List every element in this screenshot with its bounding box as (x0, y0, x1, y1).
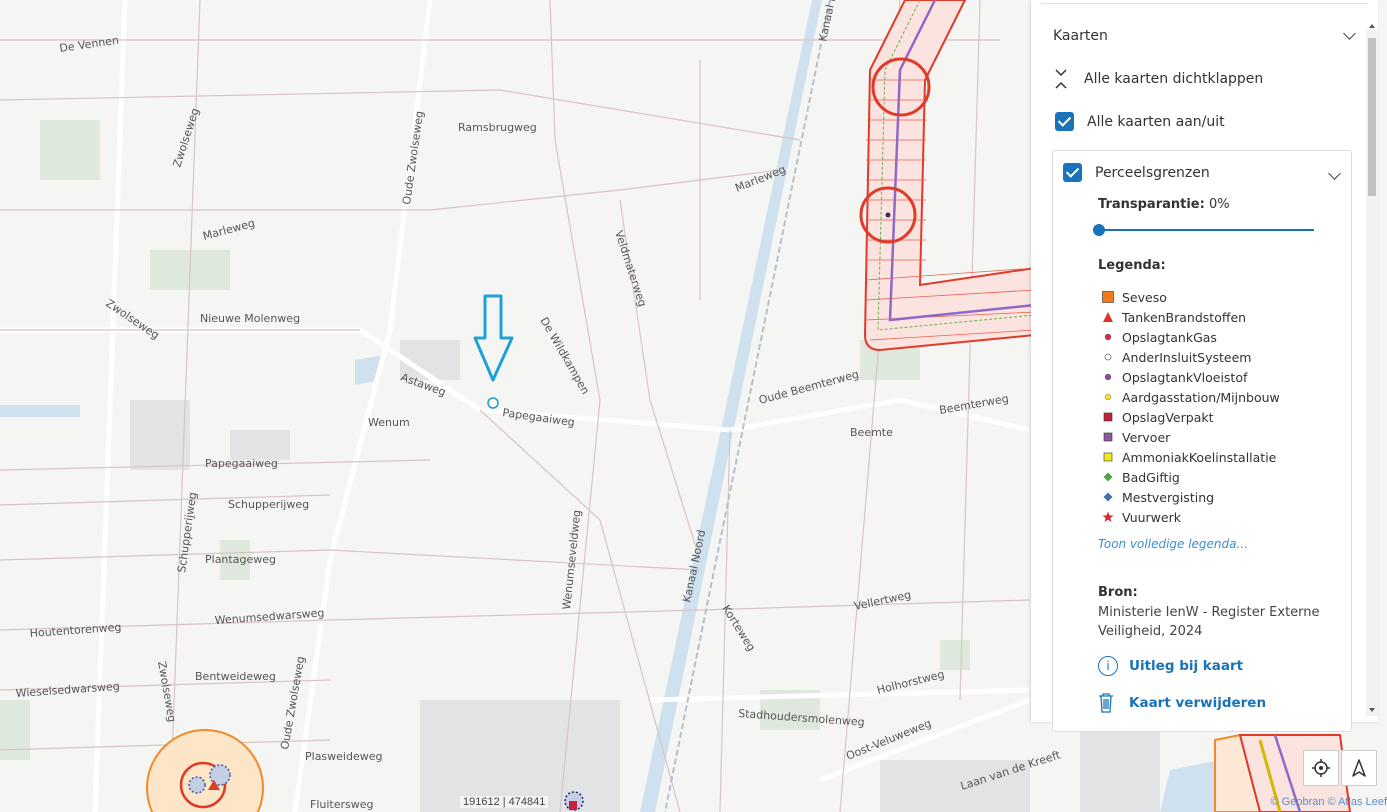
transparency-value: 0% (1208, 197, 1230, 212)
legend-item: Vuurwerk (1102, 507, 1280, 527)
legend-label: Vervoer (1122, 429, 1171, 445)
risk-marker-bottom (564, 791, 584, 811)
info-icon: i (1098, 656, 1118, 676)
trash-icon (1098, 693, 1114, 713)
toggle-all-checkbox[interactable]: Alle kaarten aan/uit (1055, 112, 1225, 131)
legend-symbol-square-small-icon (1102, 431, 1114, 443)
toggle-all-label: Alle kaarten aan/uit (1087, 113, 1225, 130)
label-beemte: Beemte (850, 426, 893, 439)
legend-item: AmmoniakKoelinstallatie (1102, 447, 1280, 467)
legend-item: OpslagVerpakt (1102, 407, 1280, 427)
checkbox-checked-icon[interactable] (1055, 112, 1074, 131)
scroll-up-icon[interactable] (1366, 22, 1378, 30)
label-wenum: Wenum (368, 416, 410, 429)
transparency-label: Transparantie: 0% (1098, 197, 1230, 212)
transparency-slider[interactable] (1093, 224, 1314, 236)
collapse-all-icon (1053, 68, 1069, 90)
compass-arrow-icon (1352, 759, 1366, 777)
label-schupperijweg: Schupperijweg (228, 498, 309, 511)
explain-map-button[interactable]: i Uitleg bij kaart (1098, 656, 1243, 676)
label-bentweideweg: Bentweideweg (195, 670, 276, 683)
scroll-down-icon[interactable] (1366, 706, 1378, 714)
map-attribution[interactable]: © Geobran © Atlas Leef (1271, 796, 1387, 808)
legend-label: AnderInsluitSysteem (1122, 349, 1252, 365)
legend-item: Vervoer (1102, 427, 1280, 447)
legend-symbol-square-small-icon (1102, 451, 1114, 463)
legend-item: Mestvergisting (1102, 487, 1280, 507)
layers-panel: Kaarten Alle kaarten dichtklappen Alle k… (1031, 0, 1378, 732)
layer-card-perceelsgrenzen: Perceelsgrenzen Transparantie: 0% Legend… (1052, 150, 1352, 732)
label-ramsbrugweg: Ramsbrugweg (458, 121, 537, 134)
scrollbar-thumb[interactable] (1368, 38, 1376, 196)
legend-item: OpslagtankGas (1102, 327, 1280, 347)
show-full-legend-link[interactable]: Toon volledige legenda... (1098, 537, 1248, 551)
legend-label: BadGiftig (1122, 469, 1180, 485)
panel-title: Kaarten (1053, 28, 1108, 44)
explain-map-label: Uitleg bij kaart (1129, 658, 1244, 674)
legend-symbol-diamond-icon (1102, 491, 1114, 503)
legend-symbol-triangle-icon (1102, 311, 1114, 323)
layer-name: Perceelsgrenzen (1095, 164, 1210, 181)
panel-scrollbar[interactable] (1366, 24, 1378, 716)
label-fluitersweg: Fluitersweg (310, 798, 374, 811)
slider-handle[interactable] (1093, 224, 1105, 236)
source-title: Bron: (1098, 585, 1138, 600)
legend-symbol-star-icon (1102, 511, 1114, 523)
legend-item: TankenBrandstoffen (1102, 307, 1280, 327)
legend-symbol-dot-icon (1102, 391, 1114, 403)
location-marker[interactable] (487, 397, 499, 409)
crosshair-icon (1312, 759, 1330, 777)
label-nieuwe-molenweg: Nieuwe Molenweg (200, 312, 300, 325)
legend-label: AmmoniakKoelinstallatie (1122, 449, 1277, 465)
legend-label: Vuurwerk (1122, 509, 1181, 525)
panel-header[interactable]: Kaarten (1041, 3, 1368, 59)
chevron-down-icon[interactable] (1343, 27, 1356, 40)
legend-item: BadGiftig (1102, 467, 1280, 487)
legend-list: Seveso TankenBrandstoffen OpslagtankGas And… (1102, 287, 1280, 527)
layer-toggle[interactable]: Perceelsgrenzen (1063, 163, 1210, 182)
source-text: Ministerie IenW - Register Externe Veili… (1098, 605, 1320, 639)
legend-label: Aardgasstation/Mijnbouw (1122, 389, 1280, 405)
legend-symbol-dot-icon (1102, 331, 1114, 343)
legend-item: OpslagtankVloeistof (1102, 367, 1280, 387)
legend-symbol-dot-icon (1102, 371, 1114, 383)
legend-item: Aardgasstation/Mijnbouw (1102, 387, 1280, 407)
checkbox-checked-icon[interactable] (1063, 163, 1082, 182)
label-plantageweg: Plantageweg (205, 553, 276, 566)
legend-symbol-square-small-icon (1102, 411, 1114, 423)
legend-label: Mestvergisting (1122, 489, 1215, 505)
legend-label: OpslagVerpakt (1122, 409, 1214, 425)
legend-symbol-dot-outline-icon (1102, 351, 1114, 363)
legend-label: Seveso (1122, 289, 1167, 305)
locate-button[interactable] (1303, 750, 1339, 786)
legend-item: Seveso (1102, 287, 1280, 307)
remove-map-button[interactable]: Kaart verwijderen (1098, 693, 1266, 713)
legend-label: OpslagtankGas (1122, 329, 1217, 345)
collapse-all-label: Alle kaarten dichtklappen (1084, 71, 1264, 87)
label-plasweideweg: Plasweideweg (305, 750, 382, 763)
legend-symbol-diamond-icon (1102, 471, 1114, 483)
coordinate-readout: 191612 | 474841 (460, 796, 549, 808)
legend-label: OpslagtankVloeistof (1122, 369, 1248, 385)
label-papegaaiweg-2: Papegaaiweg (205, 457, 278, 470)
remove-map-label: Kaart verwijderen (1129, 695, 1267, 711)
legend-item: AnderInsluitSysteem (1102, 347, 1280, 367)
legend-label: TankenBrandstoffen (1122, 309, 1247, 325)
north-arrow-button[interactable] (1341, 750, 1377, 786)
chevron-down-icon[interactable] (1328, 167, 1341, 180)
collapse-all-button[interactable]: Alle kaarten dichtklappen (1053, 68, 1263, 90)
legend-title: Legenda: (1098, 258, 1166, 273)
transparency-title: Transparantie: (1098, 197, 1205, 212)
legend-symbol-square-icon (1102, 291, 1114, 303)
